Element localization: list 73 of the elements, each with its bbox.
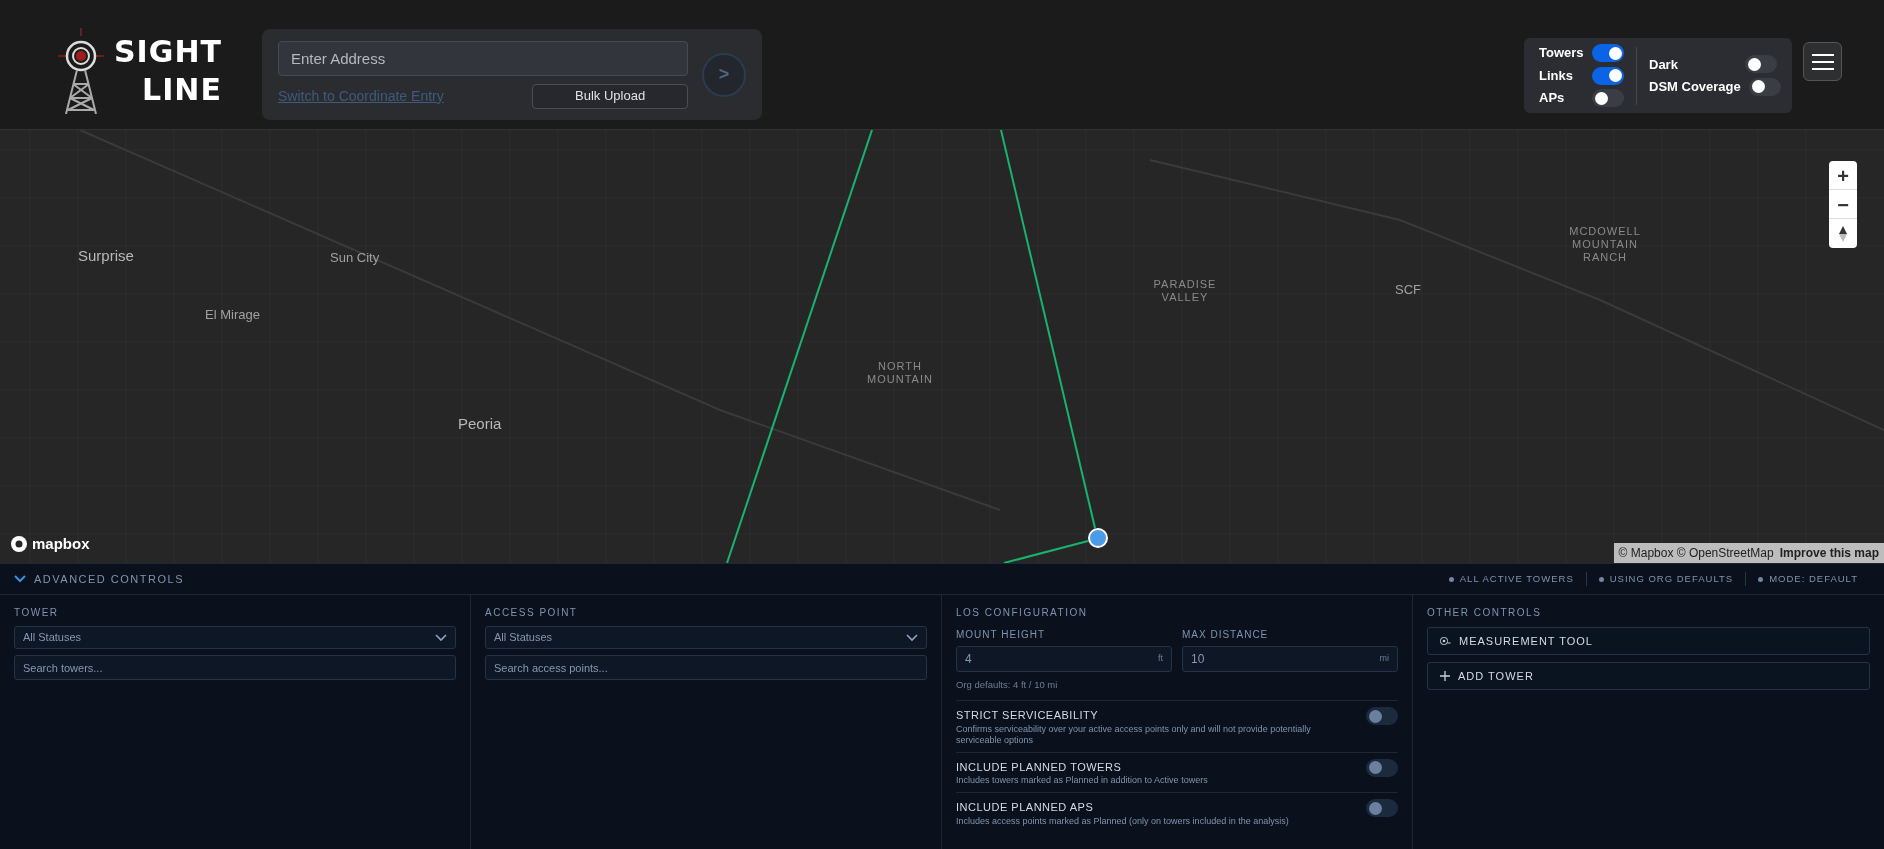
toggle-switch[interactable] [1366,799,1398,818]
number-input-field[interactable]: 4 ft [956,646,1172,672]
toggle-switch[interactable] [1592,66,1624,85]
measurement-tool-button[interactable]: MEASUREMENT TOOL [1427,627,1870,655]
layer-label: DSM Coverage [1649,78,1741,96]
map-view[interactable]: Surprise Sun City El Mirage Peoria NORTH MOUNTAIN PARADISE VALLEY SCF MCDOWELL MOUNTAIN RANCH + − mapbox © Mapbox © OpenStreetMap Improve this map [0,130,1884,563]
plus-icon [1440,671,1450,681]
option-description: Includes access points marked as Planned (only on towers included in the analysis) [956,815,1289,827]
section-heading: OTHER CONTROLS [1427,606,1543,620]
mapbox-logo-icon [10,534,28,553]
search-input-field[interactable]: Search access points... [485,655,927,680]
section-heading: LOS CONFIGURATION [956,606,1089,620]
select-value: All Statuses [23,630,82,646]
attribution-text: © Mapbox © OpenStreetMap [1618,545,1774,562]
section-heading: ACCESS POINT [485,606,579,620]
toggle-switch[interactable] [1592,44,1624,62]
option-title: INCLUDE PLANNED APS [956,800,1095,816]
layer-label: Dark [1649,55,1678,74]
option-description: Includes towers marked as Planned in addition to Active towers [956,775,1208,787]
status-text: ALL ACTIVE TOWERS [1459,571,1574,586]
map-place-label: SCF [1395,281,1421,299]
menu-icon [1811,53,1834,70]
map-place-label: Surprise [78,246,134,266]
compass-icon[interactable] [1838,224,1848,243]
status-select[interactable]: All Statuses [485,626,927,649]
field-label: MAX DISTANCE [1182,628,1270,642]
toggle-switch[interactable] [1366,707,1398,726]
field-value: 4 [965,651,972,668]
search-input-field[interactable]: Search towers... [14,655,456,680]
zoom-out-button[interactable]: − [1829,190,1857,219]
map-place-label: El Mirage [205,306,260,324]
toggle-switch[interactable] [1592,89,1624,107]
map-place-label: Peoria [458,414,502,434]
zoom-in-button[interactable]: + [1829,161,1857,190]
toggle-switch[interactable] [1745,55,1777,74]
radio-tower-icon [58,28,104,114]
field-label: MOUNT HEIGHT [956,628,1047,642]
unit-label: ft [1158,652,1163,666]
address-input-field[interactable]: Enter Address [277,40,689,76]
field-value: 10 [1191,651,1205,668]
layer-label: Towers [1539,44,1584,63]
mapbox-logo-text: mapbox [32,533,90,554]
map-place-label: PARADISE VALLEY [1152,278,1218,304]
status-select[interactable]: All Statuses [14,626,456,649]
number-input-field[interactable]: 10 mi [1182,646,1398,672]
map-place-label: Sun City [330,249,380,267]
tower-marker[interactable] [1088,528,1108,548]
chevron-down-icon [435,633,447,642]
option-title: STRICT SERVICEABILITY [956,708,1100,724]
chevron-down-icon [14,575,26,583]
add-tower-button[interactable]: ADD TOWER [1427,662,1870,690]
layer-label: Links [1539,66,1573,85]
option-title: INCLUDE PLANNED TOWERS [956,759,1123,775]
map-place-label: MCDOWELL MOUNTAIN RANCH [1568,225,1642,264]
defaults-note: Org defaults: 4 ft / 10 mi [956,678,1059,692]
improve-map-link[interactable]: Improve this map [1779,544,1879,562]
menu-button[interactable] [1803,42,1842,81]
advanced-controls-toggle[interactable]: ADVANCED CONTROLS [14,570,184,588]
select-value: All Statuses [494,630,553,646]
toggle-switch[interactable] [1366,758,1398,777]
layer-label: APs [1539,89,1565,108]
bulk-upload-button[interactable]: Bulk Upload [532,83,689,109]
status-text: MODE: DEFAULT [1769,571,1858,586]
tape-measure-icon [1440,636,1451,646]
toggle-switch[interactable] [1748,77,1781,96]
logo-text: SIGHT [114,33,222,71]
option-description: Confirms serviceability over your active access points only and will not provide potentially serviceable options [956,723,1312,746]
chevron-down-icon [906,633,918,642]
status-text: USING ORG DEFAULTS [1609,571,1734,586]
map-place-label: NORTH MOUNTAIN [866,360,934,386]
section-heading: TOWER [14,606,60,620]
logo-text: LINE [142,71,222,109]
unit-label: mi [1379,652,1389,666]
